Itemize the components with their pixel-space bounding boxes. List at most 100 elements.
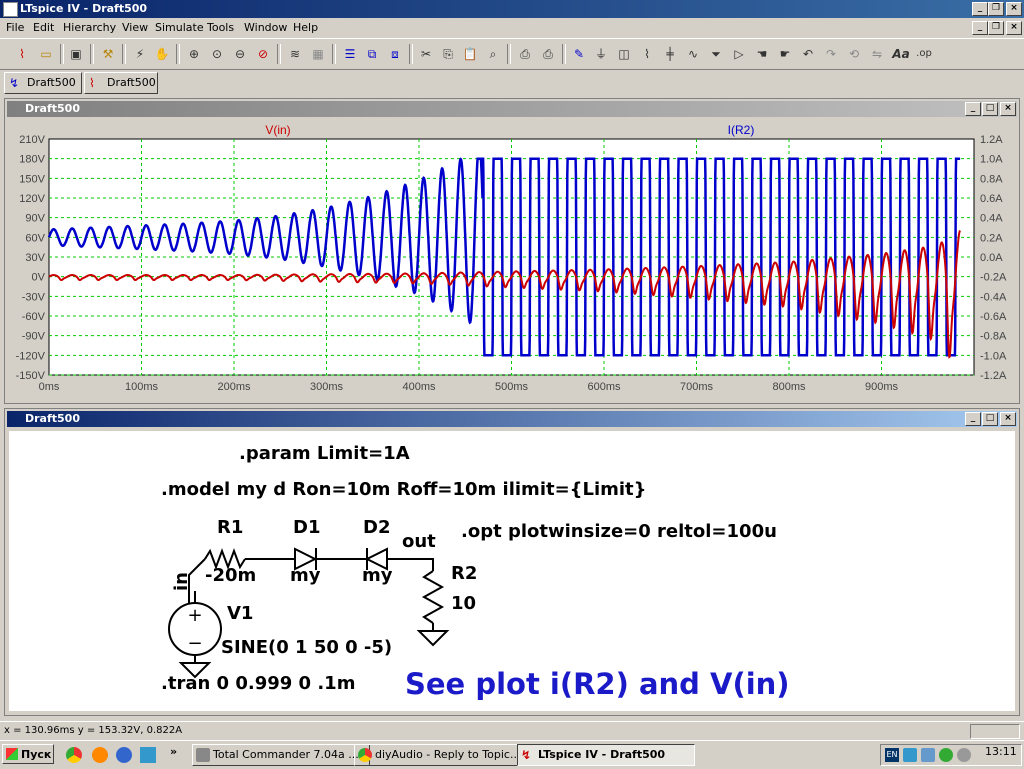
d1-name-label[interactable]: D1: [293, 517, 320, 538]
wire-out[interactable]: [387, 558, 434, 571]
mdi-restore-button[interactable]: ❐: [988, 21, 1004, 35]
d2-value-label[interactable]: my: [362, 565, 393, 586]
toolbar-separator: [562, 44, 566, 64]
zoom-in-icon[interactable]: ⊕: [184, 44, 204, 64]
cut-icon[interactable]: ✂: [416, 44, 436, 64]
language-indicator[interactable]: EN: [885, 748, 899, 762]
plot-close-button[interactable]: ×: [1000, 102, 1016, 116]
tran-directive[interactable]: .tran 0 0.999 0 .1m: [161, 673, 355, 694]
d2-name-label[interactable]: D2: [363, 517, 390, 538]
grid-icon[interactable]: ▦: [308, 44, 328, 64]
component-icon[interactable]: ▷: [729, 44, 749, 64]
control-panel-hammer-icon[interactable]: ⚒: [98, 44, 118, 64]
settings-tray-icon[interactable]: [957, 748, 971, 762]
tab-waveform[interactable]: ⌇ Draft500: [84, 72, 158, 94]
display-tray-icon[interactable]: [921, 748, 935, 762]
task-diyaudio[interactable]: diyAudio - Reply to Topic...: [354, 744, 532, 766]
ground-icon[interactable]: ⏚: [591, 44, 611, 64]
print-icon[interactable]: ⎙: [538, 44, 558, 64]
rotate-icon[interactable]: ⟲: [844, 44, 864, 64]
menu-help[interactable]: Help: [293, 21, 318, 34]
open-folder-icon[interactable]: ▭: [36, 44, 56, 64]
spice-directive-icon[interactable]: .op: [914, 44, 934, 64]
redo-icon[interactable]: ↷: [821, 44, 841, 64]
mdi-close-button[interactable]: ×: [1006, 21, 1022, 35]
mirror-icon[interactable]: ⇋: [867, 44, 887, 64]
x-tick-label: 500ms: [495, 381, 529, 393]
cascade-icon[interactable]: ⧉: [362, 44, 382, 64]
halt-hand-icon[interactable]: ✋: [152, 44, 172, 64]
open-schematic-icon[interactable]: ⌇: [12, 44, 32, 64]
v1-value-label[interactable]: SINE(0 1 50 0 -5): [221, 637, 392, 658]
schematic-close-button[interactable]: ×: [1000, 412, 1016, 426]
close-all-icon[interactable]: ⧈: [385, 44, 405, 64]
menu-simulate[interactable]: Simulate: [155, 21, 204, 34]
param-directive[interactable]: .param Limit=1A: [239, 443, 410, 464]
menu-tools[interactable]: Tools: [207, 21, 234, 34]
task-ltspice[interactable]: ↯ LTspice IV - Draft500: [517, 744, 695, 766]
plot-maximize-button[interactable]: □: [982, 102, 998, 116]
move-hand-icon[interactable]: ☚: [752, 44, 772, 64]
minimize-button[interactable]: _: [972, 2, 988, 16]
resistor-r2[interactable]: [421, 570, 445, 624]
menu-file[interactable]: File: [6, 21, 24, 34]
copy-icon[interactable]: ⎘: [438, 44, 458, 64]
task-total-commander[interactable]: Total Commander 7.04a ...: [192, 744, 370, 766]
resistor-icon[interactable]: ⌇: [637, 44, 657, 64]
trace-label-vin[interactable]: V(in): [265, 123, 290, 137]
zoom-fit-icon[interactable]: ⊘: [253, 44, 273, 64]
start-button[interactable]: Пуск: [2, 744, 54, 764]
print-setup-icon[interactable]: ⎙: [515, 44, 535, 64]
find-binoculars-icon[interactable]: ⌕: [483, 44, 503, 64]
capacitor-icon[interactable]: ╪: [660, 44, 680, 64]
paste-icon[interactable]: 📋: [460, 44, 480, 64]
autorange-icon[interactable]: ≋: [285, 44, 305, 64]
app-tray-icon[interactable]: [939, 748, 953, 762]
pan-icon[interactable]: ⊙: [207, 44, 227, 64]
firefox-quicklaunch-icon[interactable]: [92, 747, 108, 763]
waveform-plot[interactable]: 210V 180V 150V 120V 90V 60V 30V 0V -30V -60V -90V -…: [5, 119, 1017, 401]
plot-minimize-button[interactable]: _: [965, 102, 981, 116]
undo-icon[interactable]: ↶: [798, 44, 818, 64]
d1-value-label[interactable]: my: [290, 565, 321, 586]
restore-button[interactable]: ❐: [988, 2, 1004, 16]
tile-horizontal-icon[interactable]: ☰: [340, 44, 360, 64]
menu-window[interactable]: Window: [244, 21, 287, 34]
mdi-minimize-button[interactable]: _: [972, 21, 988, 35]
quicklaunch-chevron-icon[interactable]: »: [170, 745, 177, 758]
diode-icon[interactable]: ⏷: [706, 44, 726, 64]
v1-name-label[interactable]: V1: [227, 603, 253, 624]
r1-name-label[interactable]: R1: [217, 517, 243, 538]
schematic-maximize-button[interactable]: □: [982, 412, 998, 426]
label-net-icon[interactable]: ◫: [614, 44, 634, 64]
plot-note-comment[interactable]: See plot i(R2) and V(in): [405, 667, 790, 701]
close-button[interactable]: ×: [1006, 2, 1022, 16]
run-icon[interactable]: ⚡: [130, 44, 150, 64]
trace-label-ir2[interactable]: I(R2): [728, 123, 755, 137]
chrome-quicklaunch-icon[interactable]: [66, 747, 82, 763]
network-tray-icon[interactable]: [903, 748, 917, 762]
schematic-canvas[interactable]: + − .param Limit=1A .model my d Ron=10m …: [9, 431, 1015, 711]
media-quicklaunch-icon[interactable]: [116, 747, 132, 763]
net-label-in[interactable]: in: [171, 572, 192, 591]
tab-schematic[interactable]: ↯ Draft500: [4, 72, 82, 94]
model-directive[interactable]: .model my d Ron=10m Roff=10m ilimit={Lim…: [161, 479, 646, 500]
zoom-out-icon[interactable]: ⊖: [230, 44, 250, 64]
drag-hand-icon[interactable]: ☛: [775, 44, 795, 64]
ltspice-icon: ↯: [521, 748, 532, 762]
menu-hierarchy[interactable]: Hierarchy: [63, 21, 116, 34]
net-label-out[interactable]: out: [402, 531, 436, 552]
r1-value-label[interactable]: -20m: [205, 565, 256, 586]
opt-directive[interactable]: .opt plotwinsize=0 reltol=100u: [461, 521, 777, 542]
schematic-minimize-button[interactable]: _: [965, 412, 981, 426]
r2-value-label[interactable]: 10: [451, 593, 476, 614]
text-icon[interactable]: Aa: [891, 44, 911, 64]
menu-view[interactable]: View: [122, 21, 148, 34]
draw-wire-icon[interactable]: ✎: [569, 44, 589, 64]
menu-edit[interactable]: Edit: [33, 21, 54, 34]
browser-quicklaunch-icon[interactable]: [140, 747, 156, 763]
r2-name-label[interactable]: R2: [451, 563, 477, 584]
save-icon[interactable]: ▣: [66, 44, 86, 64]
inductor-icon[interactable]: ∿: [683, 44, 703, 64]
tab-bar: ↯ Draft500 ⌇ Draft500: [0, 70, 1024, 94]
